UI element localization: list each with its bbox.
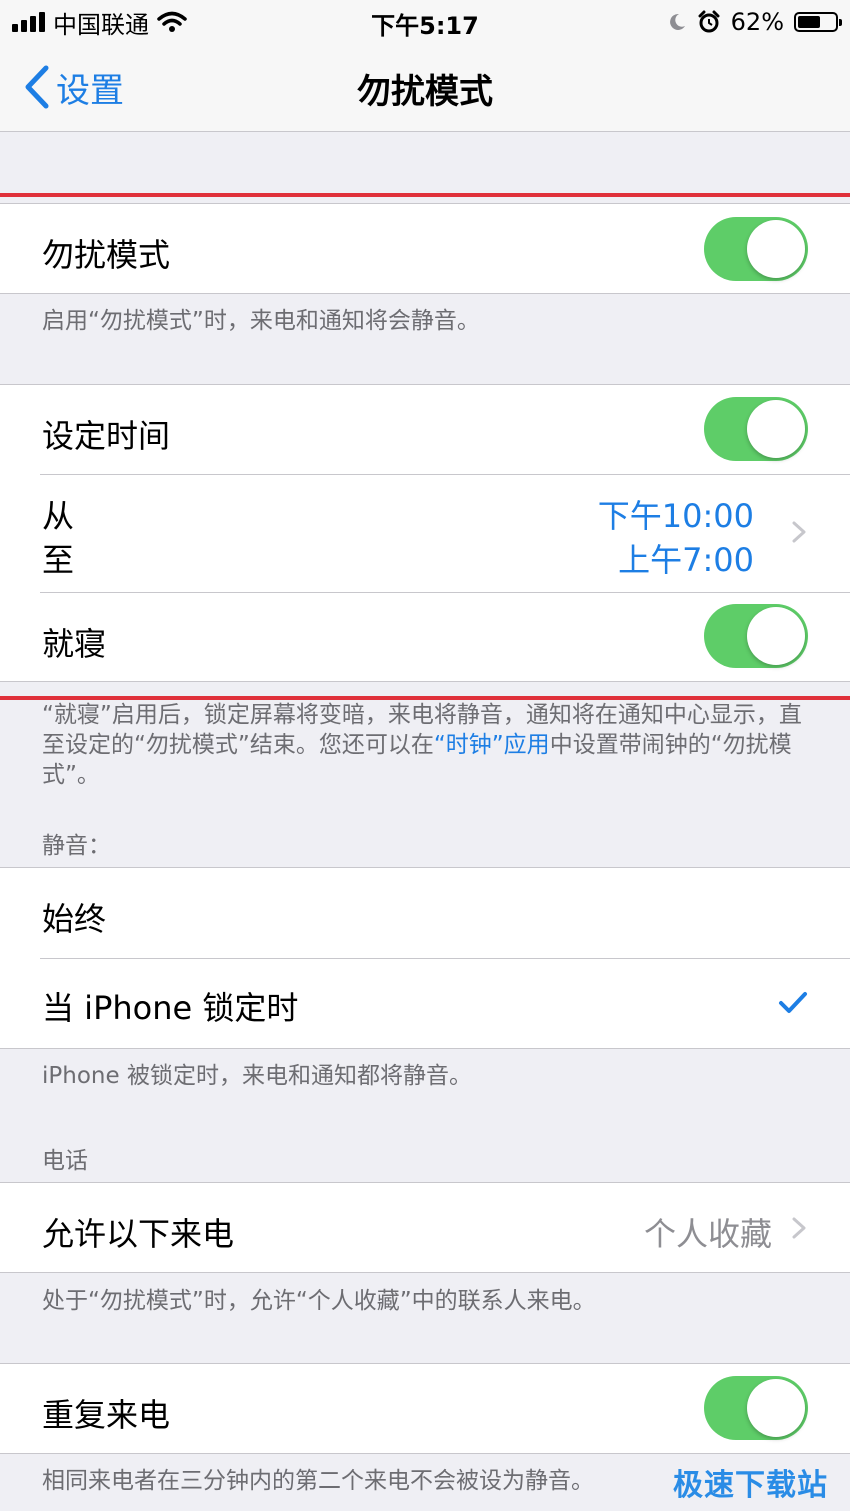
dnd-label: 勿扰模式	[42, 236, 171, 274]
chevron-right-icon	[792, 521, 806, 543]
dnd-group: 勿扰模式	[0, 203, 850, 294]
bedtime-footer: “就寝”启用后，锁定屏幕将变暗，来电将静音，通知将在通知中心显示，直至设定的“勿…	[42, 700, 812, 790]
to-time-value: 上午7:00	[618, 541, 754, 579]
allow-calls-group: 允许以下来电 个人收藏	[0, 1182, 850, 1273]
from-label: 从	[42, 497, 75, 535]
allow-calls-row[interactable]: 允许以下来电 个人收藏	[0, 1183, 850, 1273]
toggle-knob	[747, 220, 805, 278]
status-right: 62%	[667, 6, 842, 38]
always-label: 始终	[42, 900, 107, 938]
silence-always-row[interactable]: 始终	[0, 868, 850, 958]
phone-header: 电话	[42, 1148, 88, 1174]
battery-percent: 62%	[730, 8, 784, 36]
toggle-knob	[747, 1379, 805, 1437]
toggle-knob	[747, 400, 805, 458]
status-bar: 中国联通 下午5:17 62%	[0, 0, 850, 44]
bedtime-toggle[interactable]	[704, 604, 808, 668]
to-label: 至	[42, 541, 75, 579]
schedule-label: 设定时间	[42, 417, 171, 455]
from-time-value: 下午10:00	[597, 497, 754, 535]
repeat-calls-toggle[interactable]	[704, 1376, 808, 1440]
repeat-calls-label: 重复来电	[42, 1396, 171, 1434]
schedule-toggle[interactable]	[704, 397, 808, 461]
locked-label: 当 iPhone 锁定时	[42, 989, 299, 1027]
alarm-icon	[698, 10, 720, 33]
page-title: 勿扰模式	[357, 72, 493, 112]
highlight-line-top	[0, 193, 850, 197]
allow-calls-value: 个人收藏	[643, 1215, 772, 1253]
silence-header: 静音：	[42, 833, 111, 859]
silence-locked-row[interactable]: 当 iPhone 锁定时	[0, 959, 850, 1049]
dnd-footer: 启用“勿扰模式”时，来电和通知将会静音。	[42, 308, 480, 334]
bedtime-label: 就寝	[42, 625, 107, 663]
schedule-group: 设定时间 从 至 下午10:00 上午7:00 就寝	[0, 384, 850, 682]
schedule-time-row[interactable]: 从 至 下午10:00 上午7:00	[0, 475, 850, 592]
repeat-calls-group: 重复来电	[0, 1363, 850, 1454]
checkmark-icon	[779, 992, 807, 1013]
navigation-bar: 设置 勿扰模式	[0, 44, 850, 132]
toggle-knob	[747, 607, 805, 665]
clock-app-link[interactable]: “时钟”应用	[434, 732, 550, 758]
silence-group: 始终 当 iPhone 锁定时	[0, 867, 850, 1049]
watermark-logo: 极速下载站	[673, 1468, 828, 1503]
silence-footer: iPhone 被锁定时，来电和通知都将静音。	[42, 1063, 472, 1089]
separator	[40, 592, 850, 593]
dnd-toggle[interactable]	[704, 217, 808, 281]
chevron-right-icon	[792, 1217, 806, 1239]
moon-icon	[669, 13, 685, 30]
allow-calls-footer: 处于“勿扰模式”时，允许“个人收藏”中的联系人来电。	[42, 1288, 596, 1314]
allow-calls-label: 允许以下来电	[42, 1215, 235, 1253]
battery-icon	[794, 12, 842, 32]
